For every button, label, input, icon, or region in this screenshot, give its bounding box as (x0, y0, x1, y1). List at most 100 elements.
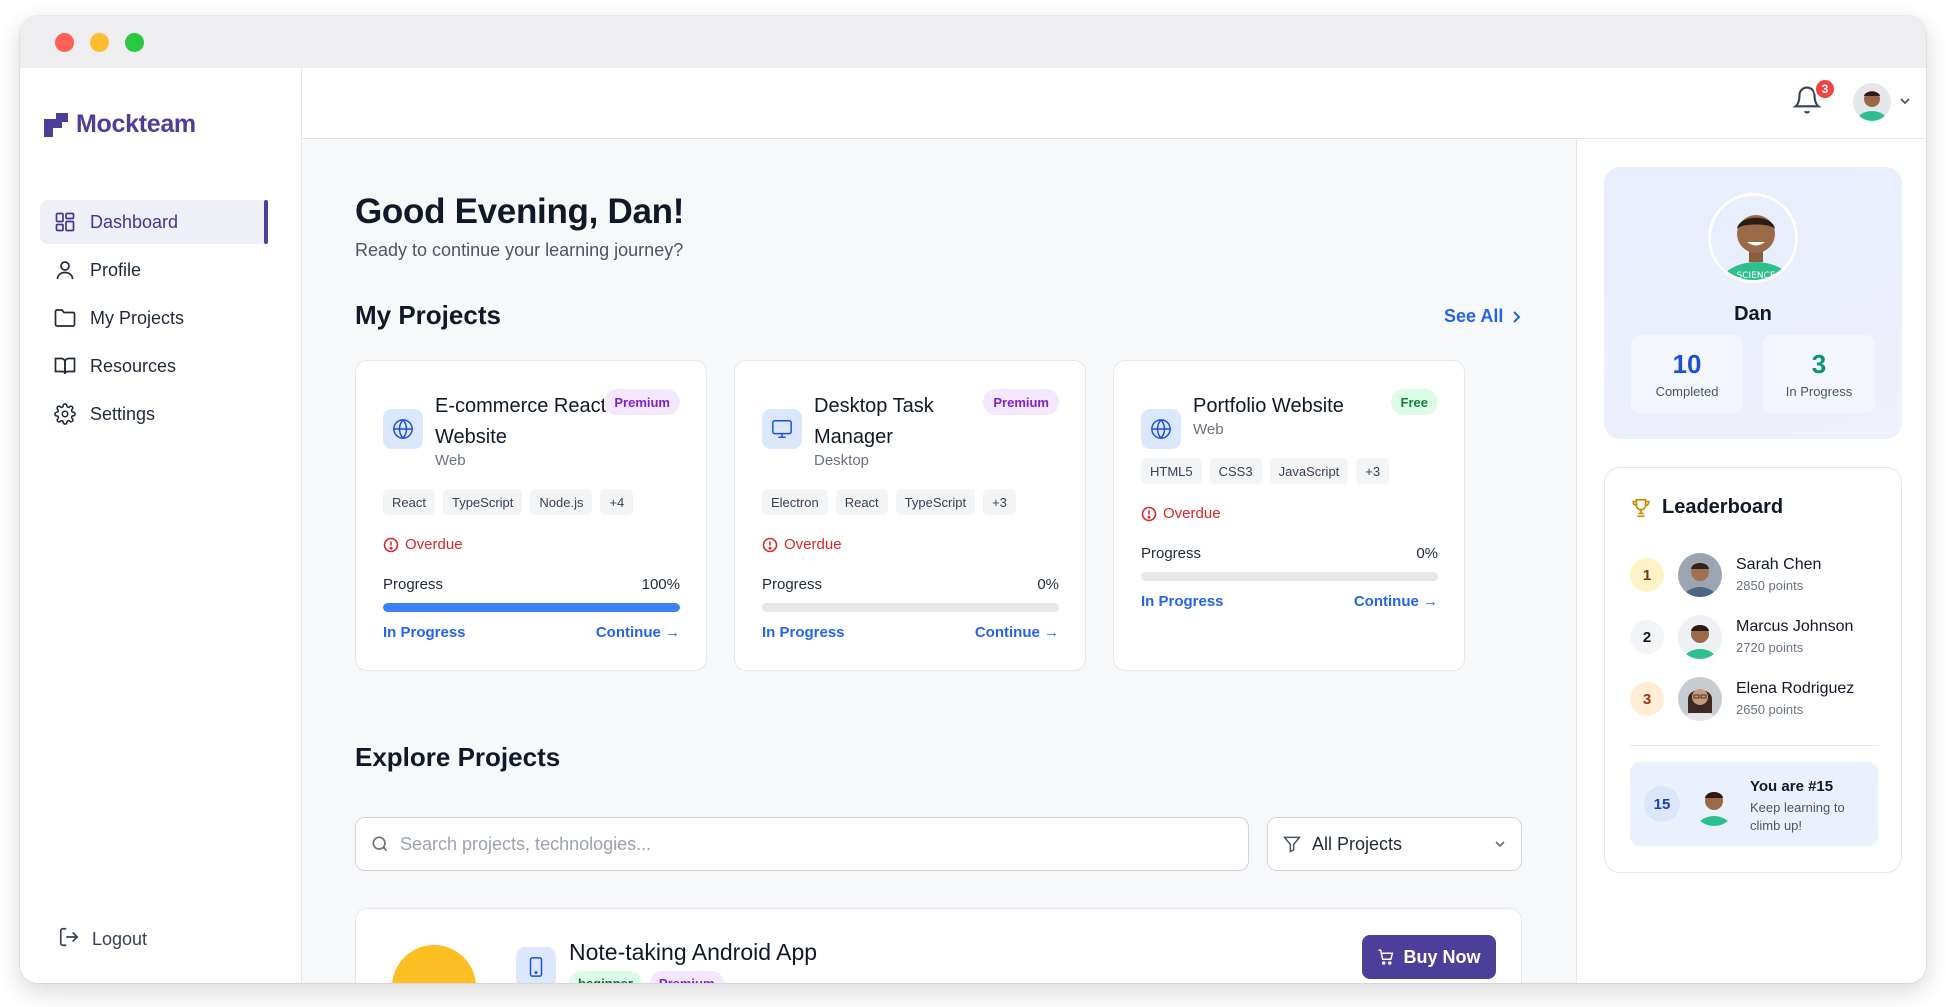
main-content: Good Evening, Dan! Ready to continue you… (302, 140, 1576, 983)
chevron-down-icon[interactable] (1898, 94, 1912, 113)
see-all-link[interactable]: See All (1444, 306, 1521, 327)
trophy-icon (1632, 498, 1650, 517)
status-link[interactable]: In Progress (383, 624, 466, 641)
search-input[interactable] (400, 833, 1220, 855)
tech-tag: React (835, 489, 888, 515)
sidebar-item-profile[interactable]: Profile (40, 248, 268, 292)
explore-project-card[interactable]: Note-taking Android App beginner Premium… (355, 908, 1522, 983)
project-card[interactable]: Portfolio Website Web Free HTML5 CSS3 Ja… (1113, 360, 1465, 671)
buy-now-button[interactable]: Buy Now (1362, 935, 1496, 979)
progress-value: 0% (1416, 545, 1438, 562)
sidebar-nav: Dashboard Profile My Projects Resources (40, 200, 268, 440)
profile-name: Dan (1734, 303, 1772, 325)
user-icon (54, 259, 76, 281)
card-footer: In Progress Continue → (383, 624, 680, 641)
card-footer: In Progress Continue → (1141, 593, 1438, 610)
rank-badge: 1 (1630, 558, 1664, 592)
sidebar-item-label: Resources (90, 355, 177, 376)
in-progress-label: In Progress (1785, 384, 1853, 399)
tech-tag-more[interactable]: +3 (1356, 458, 1390, 484)
progress-bar (383, 603, 680, 612)
project-title: Desktop Task Manager (814, 395, 934, 448)
your-rank-title: You are #15 (1750, 778, 1834, 795)
progress-value: 0% (1037, 576, 1059, 593)
project-title: E-commerce React Website (435, 395, 607, 448)
sidebar-item-label: Dashboard (90, 211, 179, 232)
filter-icon (1282, 836, 1302, 853)
divider (1630, 745, 1878, 746)
completed-label: Completed (1655, 384, 1719, 399)
avatar (1678, 677, 1722, 721)
leaderboard-row[interactable]: 1 Sarah Chen 2850 points (1630, 550, 1880, 598)
overdue-label: Overdue (784, 536, 842, 553)
globe-icon (383, 409, 423, 449)
brand-logo[interactable]: Mockteam (44, 110, 196, 139)
profile-avatar[interactable]: SCIENCE (1708, 193, 1798, 283)
logout-button[interactable]: Logout (58, 926, 147, 953)
tech-tag-more[interactable]: +3 (983, 489, 1016, 515)
leader-points: 2720 points (1736, 640, 1804, 655)
page-title: Good Evening, Dan! (355, 192, 685, 231)
close-window-button[interactable] (55, 33, 74, 52)
your-rank-badge: 15 (1644, 786, 1680, 822)
progress-value: 100% (641, 576, 680, 593)
explore-projects-heading: Explore Projects (355, 742, 561, 772)
avatar (1678, 553, 1722, 597)
overdue-status: Overdue (762, 536, 842, 553)
status-link[interactable]: In Progress (762, 624, 845, 641)
logout-label: Logout (92, 929, 148, 949)
project-category: Desktop (814, 452, 870, 469)
project-card[interactable]: Desktop Task Manager Desktop Premium Ele… (734, 360, 1086, 671)
sidebar: Mockteam Dashboard Profile My Projects R… (20, 68, 302, 983)
leaderboard-row[interactable]: 2 Marcus Johnson 2720 points (1630, 612, 1880, 660)
sidebar-item-dashboard[interactable]: Dashboard (40, 200, 268, 244)
tech-tag: Electron (762, 489, 828, 515)
in-progress-count: 3 (1811, 349, 1827, 379)
card-footer: In Progress Continue → (762, 624, 1059, 641)
cart-icon (1378, 949, 1394, 965)
sidebar-item-resources[interactable]: Resources (40, 344, 268, 388)
completed-count: 10 (1672, 349, 1702, 379)
sidebar-item-my-projects[interactable]: My Projects (40, 296, 268, 340)
alert-circle-icon (762, 537, 778, 552)
progress-bar (1141, 572, 1438, 581)
user-avatar[interactable] (1853, 83, 1891, 121)
progress-fill (383, 603, 680, 612)
tech-tag: Node.js (530, 489, 593, 515)
window-titlebar (20, 16, 1926, 68)
rank-badge: 3 (1630, 682, 1664, 716)
phone-icon (516, 947, 556, 983)
project-thumbnail (392, 945, 476, 983)
avatar (1678, 615, 1722, 659)
sidebar-item-settings[interactable]: Settings (40, 392, 268, 436)
alert-circle-icon (383, 537, 399, 552)
globe-icon (1141, 409, 1181, 449)
alert-circle-icon (1141, 506, 1157, 521)
status-link[interactable]: In Progress (1141, 593, 1224, 610)
right-panel: SCIENCE Dan 10 Completed 3 In Progress L… (1576, 140, 1926, 983)
project-filter-select[interactable]: All Projects (1267, 817, 1522, 871)
progress-row: Progress 100% (383, 576, 680, 593)
maximize-window-button[interactable] (125, 33, 144, 52)
leaderboard-card: Leaderboard 1 Sarah Chen 2850 points 2 M… (1604, 467, 1902, 873)
continue-link[interactable]: Continue → (975, 624, 1059, 641)
progress-label: Progress (1141, 545, 1202, 562)
search-bar[interactable] (355, 817, 1249, 871)
profile-summary-card: SCIENCE Dan 10 Completed 3 In Progress (1604, 167, 1902, 439)
gear-icon (54, 403, 76, 425)
project-title: Note-taking Android App (569, 939, 818, 965)
in-progress-stat: 3 In Progress (1763, 335, 1875, 413)
continue-link[interactable]: Continue → (596, 624, 680, 641)
premium-badge: Premium (604, 389, 680, 415)
premium-badge: Premium (649, 971, 724, 983)
tech-tags: Electron React TypeScript +3 (762, 489, 1016, 515)
page-subtitle: Ready to continue your learning journey? (355, 240, 684, 260)
continue-link[interactable]: Continue → (1354, 593, 1438, 610)
buy-now-label: Buy Now (1403, 946, 1481, 967)
leaderboard-row[interactable]: 3 Elena Rodriguez 2650 points (1630, 674, 1880, 722)
overdue-label: Overdue (405, 536, 463, 553)
tech-tag-more[interactable]: +4 (600, 489, 634, 515)
minimize-window-button[interactable] (90, 33, 109, 52)
progress-bar (762, 603, 1059, 612)
project-card[interactable]: E-commerce React Website Web Premium Rea… (355, 360, 707, 671)
